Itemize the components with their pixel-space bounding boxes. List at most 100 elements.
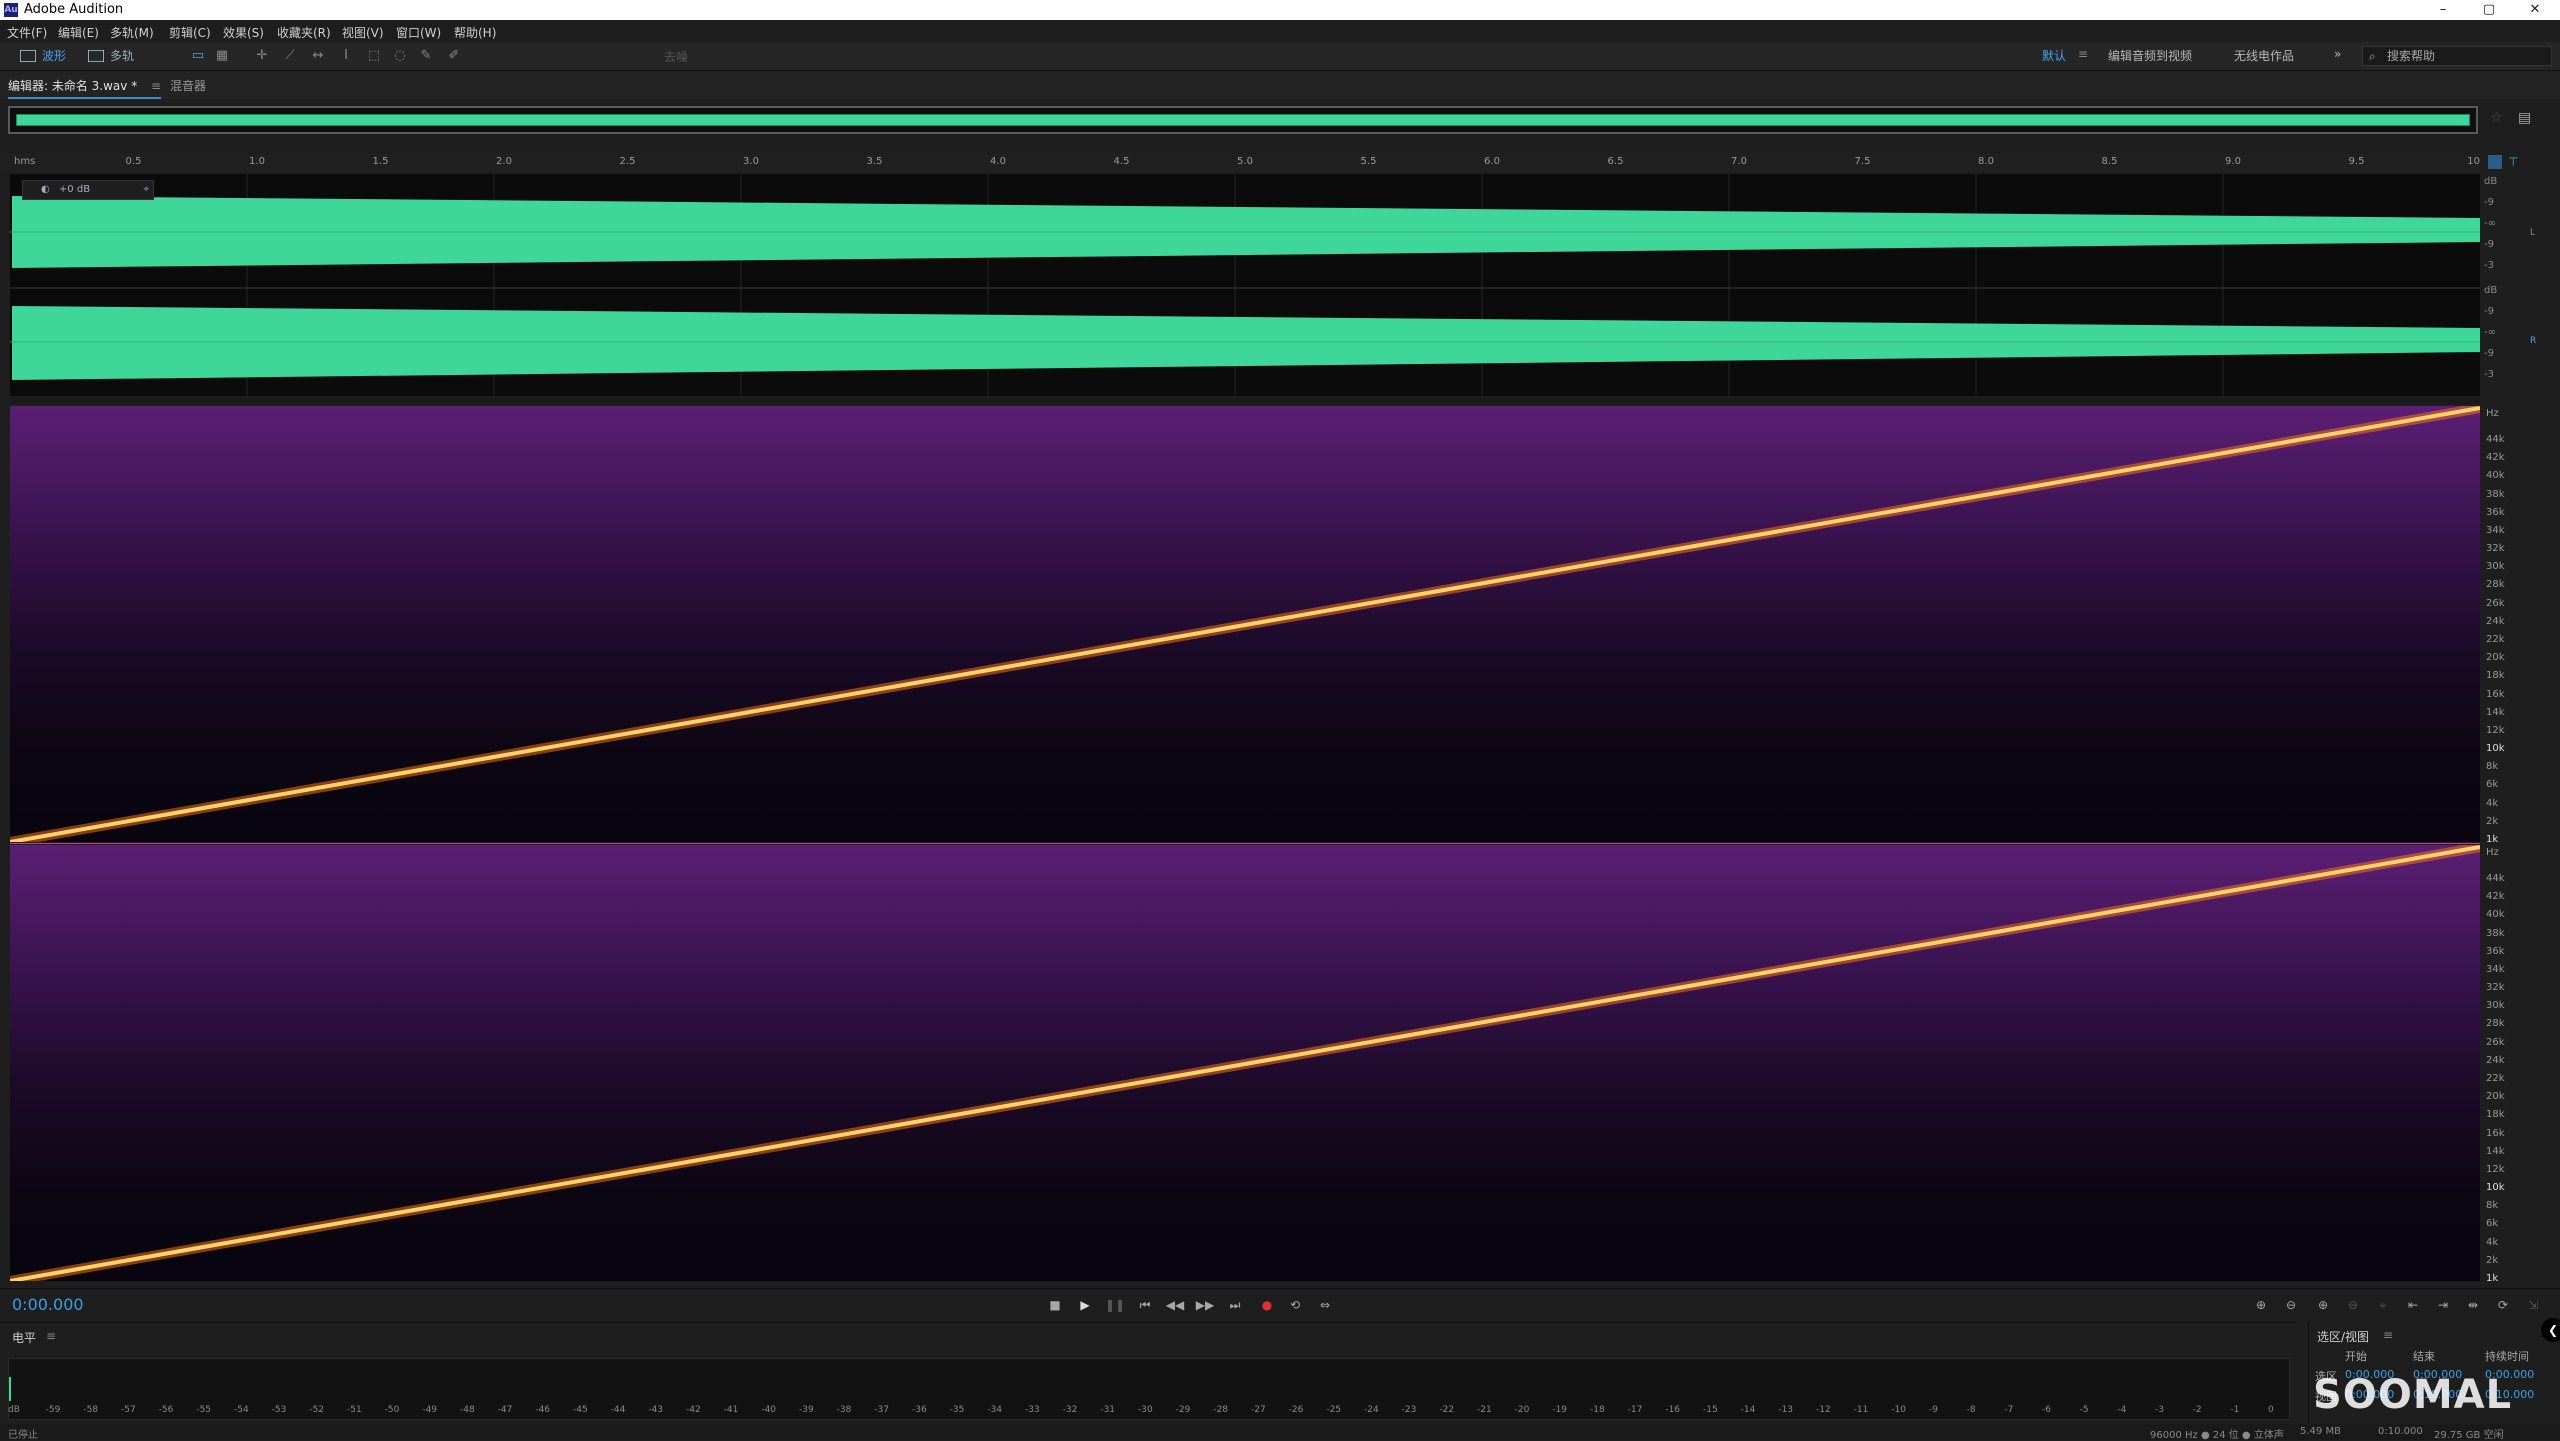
hud-gain-control[interactable]: ◐ +0 dB ⌖ (22, 180, 154, 200)
zoom-right-icon[interactable]: ⇥ (2432, 1295, 2454, 1315)
channel-right-label[interactable]: R (2530, 336, 2536, 346)
status-duration: 0:10.000 (2378, 1426, 2423, 1437)
menu-file[interactable]: 文件(F) (7, 24, 47, 41)
spectral-left-svg (10, 406, 2480, 842)
menu-clip[interactable]: 剪辑(C) (169, 24, 211, 41)
spectral-right-channel[interactable] (10, 845, 2480, 1281)
play-button[interactable]: ▶ (1074, 1295, 1096, 1315)
level-panel-menu-icon[interactable]: ≡ (46, 1329, 56, 1343)
marquee-tool-icon[interactable]: ⬚ (366, 48, 382, 64)
fast-forward-button[interactable]: ▶▶ (1194, 1295, 1216, 1315)
menu-window[interactable]: 窗口(W) (396, 24, 441, 41)
meter-scale-tick: -13 (1778, 1405, 1794, 1415)
record-button[interactable]: ● (1256, 1295, 1278, 1315)
workspace-radio[interactable]: 无线电作品 (2234, 47, 2294, 64)
zoom-selection-icon[interactable]: ⌖ (2372, 1295, 2394, 1315)
multitrack-mode-button[interactable]: 多轨 (84, 46, 134, 66)
hz-tick: 38k (2486, 488, 2505, 500)
hz-tick: 10k (2486, 1182, 2505, 1194)
panel-options-icon[interactable]: ▤ (2518, 110, 2531, 126)
skip-selection-button[interactable]: ⇔ (1314, 1295, 1336, 1315)
level-meter-scale: dB -59 -58 -57 -56 -55 -54 -53 -52 -51 -50 -49 -48 -4… (8, 1405, 2288, 1419)
mixer-tab[interactable]: 混音器 (170, 77, 206, 94)
meter-scale-tick: -37 (874, 1405, 890, 1415)
ruler-home-icon[interactable] (2488, 155, 2502, 169)
meter-scale-tick: -52 (309, 1405, 325, 1415)
meter-scale-tick: -32 (1062, 1405, 1078, 1415)
zoom-out-time-icon[interactable]: ⊖ (2342, 1295, 2364, 1315)
time-selection-tool-icon[interactable]: I (338, 48, 354, 64)
workspace-default[interactable]: 默认 (2042, 47, 2066, 64)
loop-playback-button[interactable]: ⟲ (1284, 1295, 1306, 1315)
workspace-video[interactable]: 编辑音频到视频 (2108, 47, 2192, 64)
spot-healing-icon[interactable]: ✐ (446, 48, 462, 64)
volume-knob-icon[interactable]: ◐ (41, 184, 50, 195)
meter-scale-tick: -1 (2230, 1405, 2240, 1415)
zoom-full-icon[interactable]: ⇹ (2462, 1295, 2484, 1315)
zoom-extra-icon[interactable]: ⇲ (2522, 1295, 2544, 1315)
rewind-button[interactable]: ◀◀ (1164, 1295, 1186, 1315)
meter-scale-tick: dB (8, 1405, 20, 1415)
menu-edit[interactable]: 编辑(E) (58, 24, 99, 41)
current-time-display[interactable]: 0:00.000 (12, 1295, 84, 1314)
hz-tick: 4k (2486, 797, 2499, 809)
zoom-in-amplitude-icon[interactable]: ⊕ (2250, 1295, 2272, 1315)
meter-scale-tick: -45 (573, 1405, 588, 1415)
spectral-right-svg (10, 845, 2480, 1281)
hz-unit: Hz (2486, 847, 2499, 858)
waveform-panel[interactable]: ◐ +0 dB ⌖ (10, 174, 2480, 396)
hz-tick: 20k (2486, 1091, 2505, 1103)
waveform-mode-button[interactable]: 波形 (16, 46, 66, 66)
zoom-in-time-icon[interactable]: ⊕ (2312, 1295, 2334, 1315)
waveform-view-icon[interactable]: ▭ (190, 48, 206, 64)
brush-tool-icon[interactable]: ✎ (418, 48, 434, 64)
go-to-end-button[interactable]: ⏭ (1224, 1295, 1246, 1315)
ruler-marker-icon[interactable]: ⊤ (2508, 155, 2518, 169)
slip-tool-icon[interactable]: ↔ (310, 48, 326, 64)
channel-left-label[interactable]: L (2530, 228, 2535, 238)
ruler-tick: 7.5 (1854, 156, 1871, 167)
lasso-tool-icon[interactable]: ◌ (392, 48, 408, 64)
meter-scale-tick: -33 (1025, 1405, 1040, 1415)
time-ruler[interactable]: hms 0.5 1.0 1.5 2.0 2.5 3.0 3.5 4.0 4.5 5.0 5.5 6.0… (0, 154, 2480, 172)
zoom-left-icon[interactable]: ⇤ (2402, 1295, 2424, 1315)
editor-tab-menu-icon[interactable]: ≡ (151, 79, 161, 93)
menu-multitrack[interactable]: 多轨(M) (110, 24, 154, 41)
ruler-tick: 8.0 (1978, 156, 1994, 167)
spectral-view-icon[interactable]: ▦ (214, 48, 230, 64)
pin-icon[interactable]: ⌖ (143, 181, 149, 199)
ruler-tick: 9.5 (2348, 156, 2365, 167)
maximize-button[interactable]: ▢ (2466, 0, 2512, 20)
editor-tab[interactable]: 编辑器: 未命名 3.wav * ≡ (8, 77, 162, 99)
col-end-header: 结束 (2413, 1350, 2435, 1363)
search-icon: ⌕ (2369, 49, 2376, 63)
minimize-button[interactable]: – (2420, 0, 2466, 20)
waveform-mode-label: 波形 (42, 49, 67, 63)
menu-view[interactable]: 视图(V) (342, 24, 384, 41)
workspace-menu-icon[interactable]: ≡ (2078, 47, 2088, 61)
collapse-panel-icon[interactable]: ❮ (2541, 1318, 2560, 1342)
zoom-reset-icon[interactable]: ⟳ (2492, 1295, 2514, 1315)
razor-tool-icon[interactable]: ⟋ (282, 48, 298, 64)
meter-scale-tick: -35 (949, 1405, 965, 1415)
editor-tab-bar: 编辑器: 未命名 3.wav * ≡ 混音器 (0, 71, 2560, 99)
view-splitter[interactable] (10, 398, 2480, 404)
go-to-start-button[interactable]: ⏮ (1134, 1295, 1156, 1315)
selection-panel-menu-icon[interactable]: ≡ (2383, 1328, 2393, 1342)
menu-favorites[interactable]: 收藏夹(R) (277, 24, 331, 41)
meter-scale-tick: -28 (1213, 1405, 1229, 1415)
pause-button[interactable]: ❚❚ (1104, 1295, 1126, 1315)
spectral-left-channel[interactable] (10, 406, 2480, 842)
menu-help[interactable]: 帮助(H) (454, 24, 496, 41)
menu-effects[interactable]: 效果(S) (223, 24, 264, 41)
stop-button[interactable]: ■ (1044, 1295, 1066, 1315)
hz-tick: 38k (2486, 927, 2505, 939)
more-workspaces-icon[interactable]: » (2334, 47, 2341, 61)
zoom-star-icon[interactable]: ☆ (2490, 110, 2503, 126)
zoom-out-amplitude-icon[interactable]: ⊖ (2280, 1295, 2302, 1315)
hz-scale-left: Hz 44k 42k 40k 38k 36k 34k 32k 30k 28k 26k 24k 22k 20… (2486, 408, 2526, 845)
search-help-input[interactable]: ⌕ 搜索帮助 (2362, 46, 2552, 66)
close-button[interactable]: ✕ (2512, 0, 2558, 20)
overview-strip[interactable] (8, 106, 2478, 134)
move-tool-icon[interactable]: ✛ (254, 48, 270, 64)
